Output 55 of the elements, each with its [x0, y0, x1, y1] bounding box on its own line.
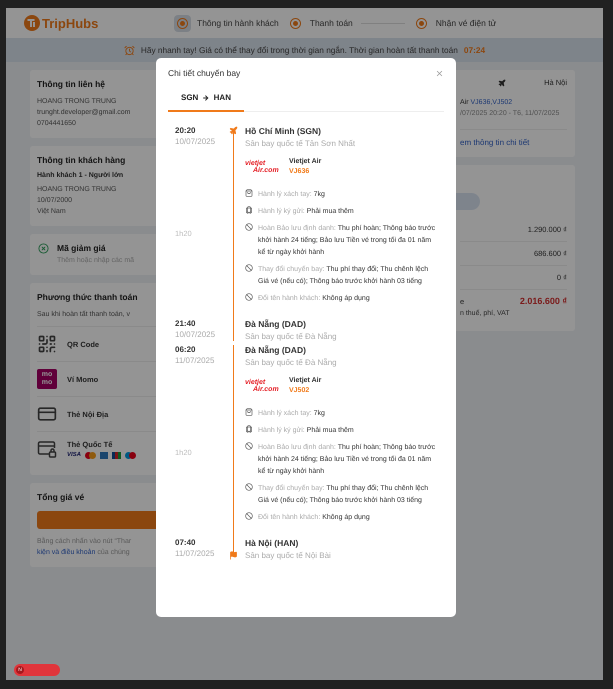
departure-time: 06:20	[175, 345, 196, 354]
bag-icon	[245, 189, 253, 197]
qr-code-icon	[37, 334, 57, 354]
departure-airport: Sân bay quốc tế Tân Sơn Nhất	[245, 139, 356, 148]
card-title: Thông tin khách hàng	[37, 155, 126, 165]
countdown: 07:24	[464, 45, 486, 55]
card-title: Phương thức thanh toán	[37, 292, 139, 302]
departure-date: 11/07/2025	[175, 356, 216, 365]
prohibited-icon	[245, 264, 253, 272]
prohibited-icon	[245, 483, 253, 491]
mastercard-icon	[85, 452, 96, 458]
arrival-time: 21:40	[175, 319, 196, 328]
departure-date: 10/07/2025	[175, 137, 216, 146]
brand-name: TripHubs	[42, 16, 98, 30]
route-tab[interactable]: SGN HAN	[168, 86, 244, 112]
arrival-city: Hà Nội (HAN)	[245, 538, 300, 548]
card-title: Mã giảm giá	[57, 243, 107, 253]
card-title: Thông tin liên hệ	[37, 79, 106, 89]
prohibited-icon	[245, 442, 253, 450]
jcb-icon	[112, 452, 122, 458]
departure-city: Đà Nẵng (DAD)	[245, 345, 307, 355]
card-lock-icon	[37, 439, 57, 459]
banner-message: Hãy nhanh tay! Giá có thể thay đổi trong thời gian ngắn. Thời gian hoàn tất thanh toán	[140, 45, 458, 55]
step-label: Nhận vé điện tử	[436, 18, 496, 28]
total-price: 2.016.600 ₫	[520, 296, 567, 306]
flag-icon	[229, 551, 238, 560]
details-link[interactable]: em thông tin chi tiết	[460, 138, 530, 147]
prohibited-icon	[245, 293, 253, 301]
arrival-time: 07:40	[175, 538, 196, 547]
logo-icon	[24, 15, 40, 31]
maestro-icon	[125, 452, 136, 458]
arrow-icon	[202, 94, 210, 102]
step-label: Thanh toán	[310, 18, 353, 28]
departure-time: 20:20	[175, 126, 196, 135]
departure-airport: Sân bay quốc tế Đà Nẵng	[245, 358, 338, 367]
dialog-title: Chi tiết chuyến bay	[168, 68, 240, 78]
suitcase-icon	[245, 206, 253, 214]
alarm-clock-icon	[124, 44, 135, 56]
arrival-city: Đà Nẵng (DAD)	[245, 319, 307, 329]
close-icon[interactable]	[435, 68, 444, 78]
arrival-airport: Sân bay quốc tế Nội Bài	[245, 551, 332, 560]
arrival-date: 11/07/2025	[175, 549, 216, 558]
step-label: Thông tin hành khách	[197, 18, 279, 28]
departure-city: Hồ Chí Minh (SGN)	[245, 126, 322, 136]
plane-icon	[498, 78, 506, 86]
arrival-airport: Sân bay quốc tế Đà Nẵng	[245, 332, 338, 341]
plane-icon	[229, 126, 238, 135]
prohibited-icon	[245, 512, 253, 520]
prohibited-icon	[245, 223, 253, 231]
discount-icon	[38, 243, 49, 254]
suitcase-icon	[245, 425, 253, 433]
arrival-date: 10/07/2025	[175, 330, 216, 339]
bag-icon	[245, 408, 253, 416]
card-title: Tổng giá vé	[37, 492, 86, 502]
amex-icon	[100, 452, 108, 458]
